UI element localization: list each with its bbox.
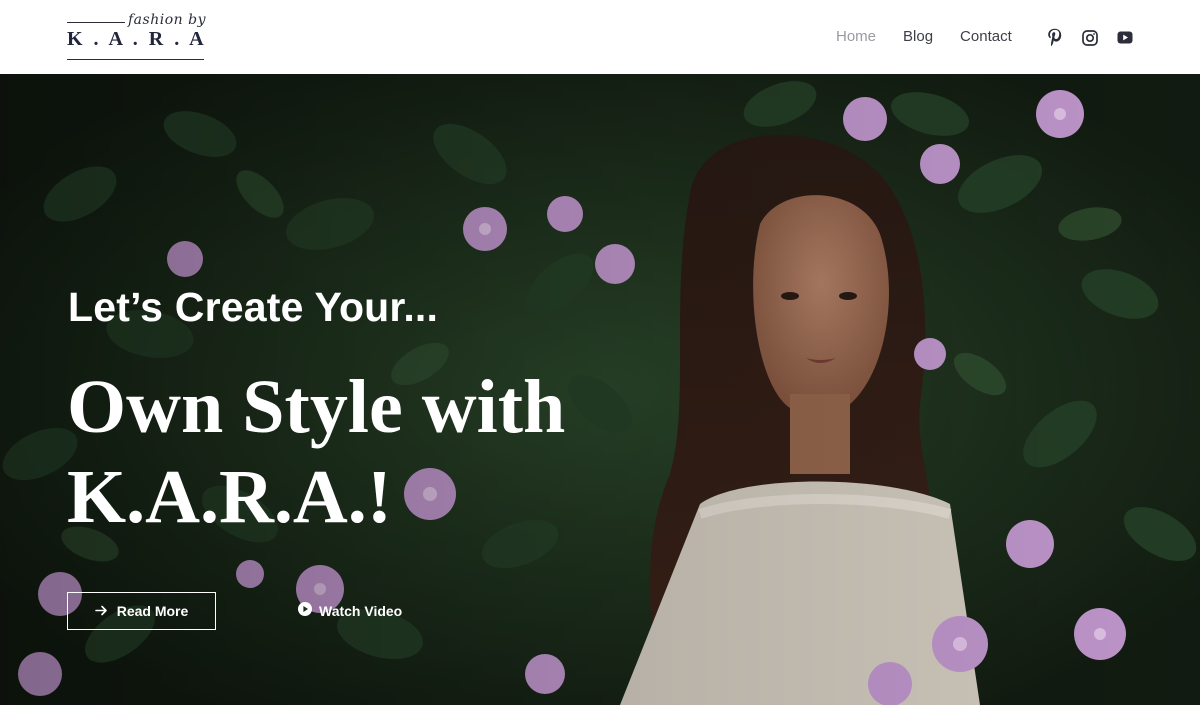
logo-tagline: fashion by xyxy=(128,12,206,28)
watch-video-button[interactable]: Watch Video xyxy=(298,602,402,619)
read-more-button[interactable]: Read More xyxy=(67,592,216,630)
site-header: fashion by K . A . R . A Home Blog Conta… xyxy=(0,0,1200,74)
nav-item-home[interactable]: Home xyxy=(836,28,876,45)
hero-title: Own Style with K.A.R.A.! xyxy=(67,365,566,539)
nav-item-contact[interactable]: Contact xyxy=(960,28,1012,45)
hero-kicker: Let’s Create Your... xyxy=(68,284,439,330)
youtube-icon[interactable] xyxy=(1115,28,1134,47)
logo-rule-bottom xyxy=(67,59,204,60)
pinterest-icon[interactable] xyxy=(1045,28,1064,47)
instagram-icon[interactable] xyxy=(1080,28,1099,47)
main-nav: Home Blog Contact xyxy=(836,28,1039,45)
logo-rule-top xyxy=(67,22,125,23)
watch-video-label: Watch Video xyxy=(319,602,403,619)
play-circle-icon xyxy=(298,602,312,619)
read-more-label: Read More xyxy=(116,603,189,619)
arrow-right-icon xyxy=(94,603,108,619)
site-logo[interactable]: fashion by K . A . R . A xyxy=(66,12,207,61)
social-links xyxy=(1045,28,1134,47)
nav-item-blog[interactable]: Blog xyxy=(903,28,933,45)
logo-brand: K . A . R . A xyxy=(67,28,207,50)
hero-section: Let’s Create Your... Own Style with K.A.… xyxy=(0,74,1200,705)
